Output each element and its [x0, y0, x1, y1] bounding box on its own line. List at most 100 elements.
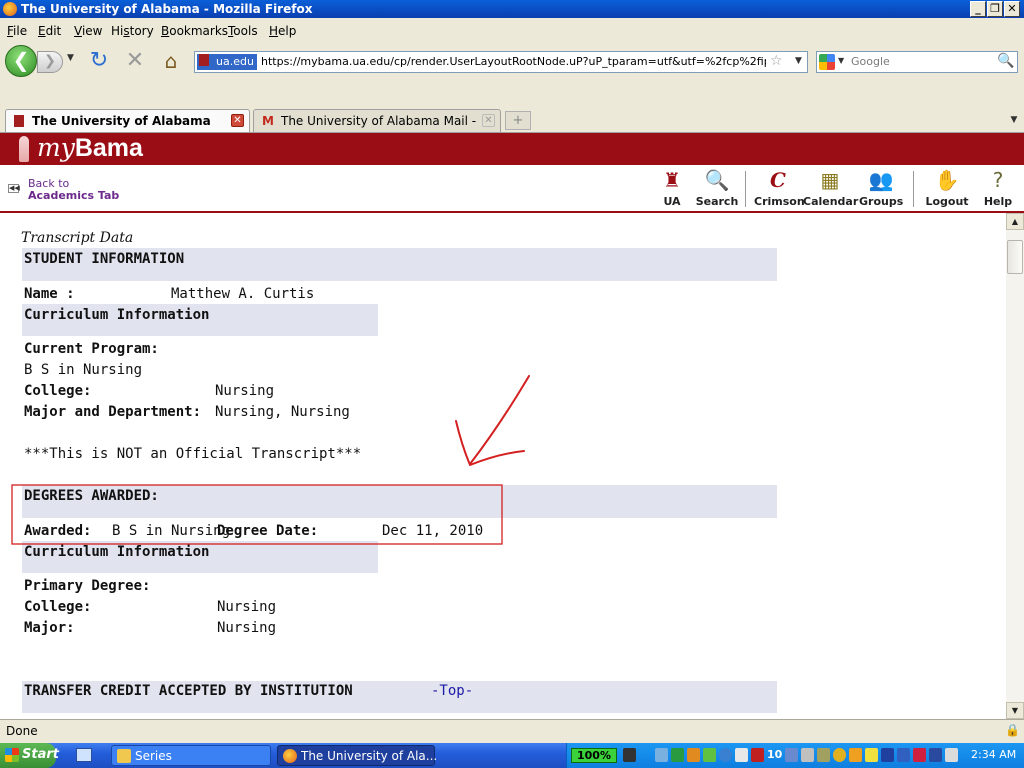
portal-nav-strip: ◀◀ Back to Academics Tab ♜ UA 🔍 Search C… — [0, 165, 1024, 213]
gmail-icon: M — [262, 114, 274, 128]
nav-separator — [913, 171, 914, 207]
windows-taskbar: Start Series The University of Ala... 10… — [0, 743, 1024, 768]
arrow-head — [455, 420, 525, 466]
firefox-icon — [283, 749, 297, 763]
maximize-button[interactable]: ❐ — [987, 1, 1003, 17]
back-to-academics-link[interactable]: Academics Tab — [28, 189, 119, 202]
tray-app-icon[interactable] — [945, 748, 958, 762]
tray-app-icon[interactable] — [897, 748, 910, 762]
forward-button[interactable]: ❯ — [37, 51, 63, 73]
tray-app-icon[interactable] — [735, 748, 748, 762]
search-icon: 🔍 — [704, 168, 730, 192]
taskbar-button-series[interactable]: Series — [111, 745, 271, 766]
chart-icon[interactable] — [671, 748, 684, 762]
tray-app-icon[interactable] — [703, 748, 716, 762]
bookmark-star-icon[interactable]: ☆ — [770, 53, 783, 69]
status-bar: Done 🔒 — [0, 719, 1024, 743]
tray-app-icon[interactable] — [833, 748, 846, 762]
tray-app-icon[interactable] — [929, 748, 942, 762]
tab-university-of-alabama[interactable]: The University of Alabama ✕ — [5, 109, 250, 132]
menu-edit[interactable]: Edit — [38, 24, 61, 38]
menu-bookmarks[interactable]: Bookmarks — [161, 24, 228, 38]
lock-icon[interactable]: 🔒 — [1005, 723, 1020, 739]
address-bar[interactable]: ua.edu https://mybama.ua.edu/cp/render.U… — [194, 51, 808, 73]
taskbar-button-firefox[interactable]: The University of Ala... — [277, 745, 437, 766]
scroll-up-button[interactable]: ▲ — [1006, 213, 1024, 230]
menu-file[interactable]: File — [7, 24, 27, 38]
tab-ua-mail-inbox[interactable]: M The University of Alabama Mail - Inbox… — [253, 109, 501, 132]
menu-history[interactable]: History — [111, 24, 154, 38]
ua-icon: ♜ — [663, 168, 681, 192]
calendar-icon: ▦ — [820, 168, 840, 192]
search-input[interactable] — [851, 54, 991, 69]
scroll-down-button[interactable]: ▼ — [1006, 702, 1024, 719]
page-viewport: myBama ◀◀ Back to Academics Tab ♜ UA 🔍 S… — [0, 133, 1024, 719]
nav-crimson-button[interactable]: C Crimson — [754, 168, 805, 208]
power-plug-icon[interactable] — [623, 748, 636, 762]
security-shield-icon[interactable] — [913, 748, 926, 762]
navigation-toolbar: ❮ ❯ ▼ ↻ ✕ ⌂ ua.edu https://mybama.ua.edu… — [0, 42, 1024, 82]
stop-button[interactable]: ✕ — [124, 50, 146, 72]
nav-ua-button[interactable]: ♜ UA — [658, 168, 686, 208]
network-icon[interactable] — [655, 748, 668, 762]
tray-app-icon[interactable] — [881, 748, 894, 762]
tray-app-icon[interactable] — [849, 748, 862, 762]
transfer-credit-header: TRANSFER CREDIT ACCEPTED BY INSTITUTION — [24, 683, 353, 699]
start-button[interactable]: Start — [0, 743, 59, 768]
menu-help[interactable]: Help — [269, 24, 296, 38]
tray-badge[interactable]: 10 — [767, 748, 782, 761]
logout-icon: ✋ — [934, 168, 960, 192]
scroll-thumb[interactable] — [1007, 240, 1023, 274]
show-desktop-icon[interactable] — [76, 748, 92, 762]
tab-close-icon[interactable]: ✕ — [482, 114, 495, 127]
tray-app-icon[interactable] — [719, 748, 732, 762]
nav-separator — [745, 171, 746, 207]
url-text[interactable]: https://mybama.ua.edu/cp/render.UserLayo… — [261, 55, 766, 69]
nav-logout-button[interactable]: ✋ Logout — [925, 168, 969, 208]
tab-strip: The University of Alabama ✕ M The Univer… — [0, 109, 1024, 133]
tray-app-icon[interactable] — [801, 748, 814, 762]
home-button[interactable]: ⌂ — [160, 50, 182, 72]
system-tray: 100% 10 2:34 AM — [566, 743, 1024, 768]
tray-app-icon[interactable] — [817, 748, 830, 762]
search-engine-dropdown-icon[interactable]: ▼ — [838, 56, 844, 65]
windows-flag-icon — [5, 748, 19, 762]
nav-help-button[interactable]: ? Help — [983, 168, 1013, 208]
search-engine-icon[interactable] — [819, 54, 835, 70]
battery-indicator[interactable]: 100% — [571, 748, 617, 763]
site-favicon-icon — [199, 54, 209, 66]
reload-button[interactable]: ↻ — [88, 50, 110, 72]
search-bar: ▼ 🔍 — [816, 51, 1018, 73]
search-magnifier-icon[interactable]: 🔍 — [997, 53, 1014, 69]
major-label: Major: — [24, 620, 75, 636]
tray-app-icon[interactable] — [785, 748, 798, 762]
vertical-scrollbar[interactable]: ▲ ▼ — [1006, 213, 1024, 719]
pdf-icon[interactable] — [751, 748, 764, 762]
nav-groups-button[interactable]: 👥 Groups — [859, 168, 903, 208]
history-dropdown-icon[interactable]: ▼ — [67, 53, 74, 63]
window-title: The University of Alabama - Mozilla Fire… — [21, 2, 313, 16]
top-link[interactable]: -Top- — [431, 683, 473, 699]
tray-app-icon[interactable] — [865, 748, 878, 762]
nav-calendar-button[interactable]: ▦ Calendar — [803, 168, 858, 208]
new-tab-button[interactable]: + — [505, 111, 531, 130]
mybama-torch-icon — [19, 136, 29, 162]
url-dropdown-icon[interactable]: ▼ — [795, 56, 802, 66]
major-value: Nursing — [217, 620, 277, 636]
rewind-icon[interactable]: ◀◀ — [8, 184, 20, 193]
nav-search-button[interactable]: 🔍 Search — [695, 168, 739, 208]
transcript-content: Transcript Data STUDENT INFORMATION Name… — [0, 213, 1006, 719]
groups-icon: 👥 — [868, 168, 894, 192]
mybama-logo[interactable]: myBama — [37, 134, 143, 163]
menu-view[interactable]: View — [74, 24, 102, 38]
system-clock[interactable]: 2:34 AM — [971, 748, 1016, 761]
menu-tools[interactable]: Tools — [228, 24, 258, 38]
window-title-bar[interactable]: The University of Alabama - Mozilla Fire… — [0, 0, 1024, 18]
annotation-overlay — [11, 375, 530, 545]
close-window-button[interactable]: ✕ — [1004, 1, 1020, 17]
tab-close-icon[interactable]: ✕ — [231, 114, 244, 127]
back-button[interactable]: ❮ — [5, 45, 37, 77]
tray-app-icon[interactable] — [687, 748, 700, 762]
tab-list-dropdown-icon[interactable]: ▼ — [1005, 111, 1023, 130]
minimize-button[interactable]: _ — [970, 1, 986, 17]
